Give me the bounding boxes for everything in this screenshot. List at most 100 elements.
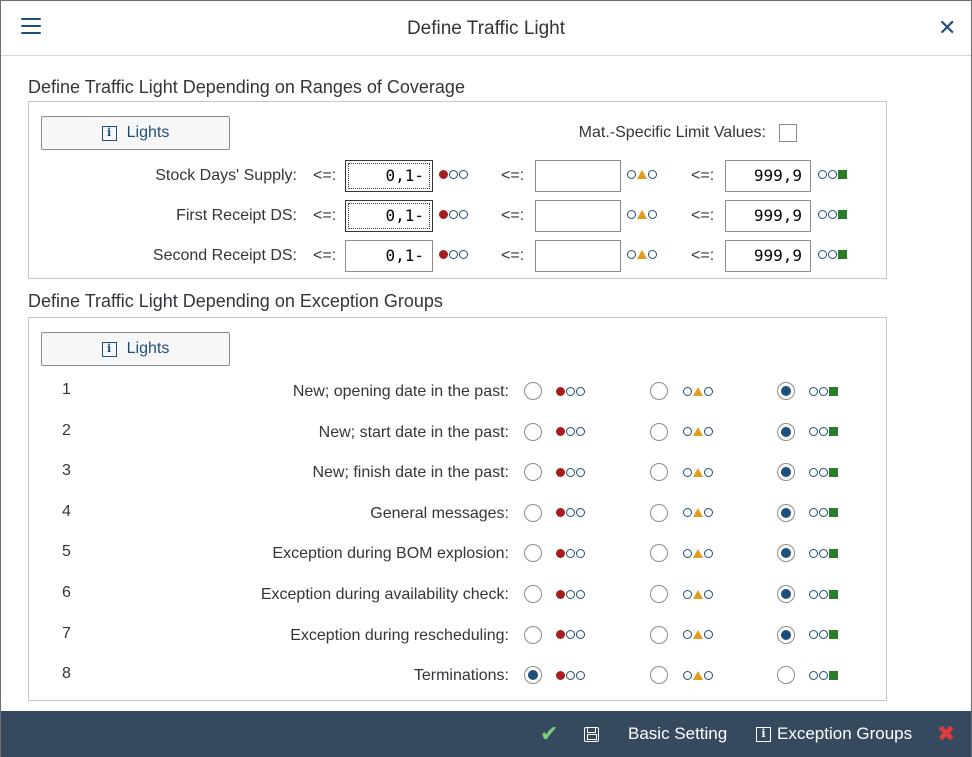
red-light-radio[interactable] xyxy=(524,625,542,644)
less-equal-operator: <=: xyxy=(501,167,525,184)
green-traffic-light-icon xyxy=(809,547,838,559)
cancel-icon: ✖ xyxy=(937,721,956,746)
green-traffic-light-icon xyxy=(809,385,838,397)
exception-row-number: 3 xyxy=(62,462,71,480)
red-traffic-light-icon xyxy=(439,248,468,260)
red-limit-input[interactable]: 0,1- xyxy=(345,200,433,232)
green-light-radio[interactable] xyxy=(777,544,795,563)
exception-groups-label: Exception Groups xyxy=(777,724,913,743)
green-light-radio[interactable] xyxy=(777,666,795,685)
red-traffic-light-icon xyxy=(556,466,585,478)
red-limit-input[interactable]: 0,1- xyxy=(345,240,433,272)
green-traffic-light-icon xyxy=(809,507,838,519)
exception-row-number: 5 xyxy=(62,543,71,561)
green-limit-input[interactable]: 999,9 xyxy=(725,160,811,192)
red-light-radio[interactable] xyxy=(524,503,542,522)
cancel-button[interactable]: ✖ xyxy=(937,711,955,757)
lights-button-label: Lights xyxy=(126,124,170,141)
yellow-light-radio[interactable] xyxy=(650,625,668,644)
red-light-radio[interactable] xyxy=(524,422,542,441)
yellow-light-radio[interactable] xyxy=(650,585,668,603)
exception-row-label: Exception during rescheduling: xyxy=(290,626,509,644)
yellow-traffic-light-icon xyxy=(627,248,657,260)
red-traffic-light-icon xyxy=(556,588,585,600)
red-traffic-light-icon xyxy=(439,168,468,180)
exception-groups-button[interactable]: i Exception Groups xyxy=(756,711,912,757)
green-traffic-light-icon xyxy=(809,669,838,681)
green-light-radio[interactable] xyxy=(777,422,795,441)
exceptions-lights-button[interactable]: i Lights xyxy=(41,332,230,366)
red-traffic-light-icon xyxy=(556,507,585,519)
exception-row-label: New; start date in the past: xyxy=(318,423,509,441)
less-equal-operator: <=: xyxy=(501,247,525,264)
yellow-traffic-light-icon xyxy=(627,168,657,180)
less-equal-operator: <=: xyxy=(691,247,715,264)
confirm-button[interactable]: ✔ xyxy=(540,711,558,757)
yellow-light-radio[interactable] xyxy=(650,422,668,441)
less-equal-operator: <=: xyxy=(501,207,525,224)
yellow-traffic-light-icon xyxy=(627,208,657,220)
yellow-limit-input[interactable] xyxy=(535,160,621,192)
yellow-traffic-light-icon xyxy=(683,385,713,397)
exception-row-number: 1 xyxy=(62,381,71,398)
red-light-radio[interactable] xyxy=(524,463,542,482)
coverage-row-label: First Receipt DS: xyxy=(176,207,297,224)
red-light-radio[interactable] xyxy=(524,382,542,400)
red-light-radio[interactable] xyxy=(524,585,542,603)
green-limit-input[interactable]: 999,9 xyxy=(725,200,811,232)
red-light-radio[interactable] xyxy=(524,544,542,563)
yellow-limit-input[interactable] xyxy=(535,200,621,232)
green-light-radio[interactable] xyxy=(777,625,795,644)
yellow-traffic-light-icon xyxy=(683,507,713,519)
green-traffic-light-icon xyxy=(809,426,838,438)
green-limit-input[interactable]: 999,9 xyxy=(725,240,811,272)
yellow-limit-input[interactable] xyxy=(535,240,621,272)
coverage-lights-button[interactable]: i Lights xyxy=(41,116,230,150)
info-icon: i xyxy=(756,726,771,742)
green-traffic-light-icon xyxy=(809,629,838,641)
yellow-traffic-light-icon xyxy=(683,426,713,438)
green-traffic-light-icon xyxy=(818,208,847,220)
mat-specific-limit-label: Mat.-Specific Limit Values: xyxy=(578,124,766,141)
yellow-traffic-light-icon xyxy=(683,466,713,478)
info-icon: i xyxy=(101,125,117,141)
yellow-light-radio[interactable] xyxy=(650,503,668,522)
exception-row-number: 4 xyxy=(62,502,71,520)
save-button[interactable] xyxy=(584,711,599,757)
save-icon xyxy=(584,726,599,742)
exception-row-label: Exception during BOM explosion: xyxy=(272,545,509,563)
exception-row-number: 6 xyxy=(62,584,71,601)
red-traffic-light-icon xyxy=(556,669,585,681)
green-traffic-light-icon xyxy=(818,248,847,260)
title-bar: Define Traffic Light ✕ xyxy=(1,1,971,56)
green-light-radio[interactable] xyxy=(777,463,795,482)
red-limit-input[interactable]: 0,1- xyxy=(345,160,433,192)
red-traffic-light-icon xyxy=(556,629,585,641)
basic-setting-button[interactable]: Basic Setting xyxy=(628,711,727,757)
dialog-window: Define Traffic Light ✕ Define Traffic Li… xyxy=(0,0,972,757)
green-light-radio[interactable] xyxy=(777,503,795,522)
yellow-traffic-light-icon xyxy=(683,629,713,641)
red-traffic-light-icon xyxy=(556,426,585,438)
yellow-light-radio[interactable] xyxy=(650,544,668,563)
green-light-radio[interactable] xyxy=(777,585,795,603)
red-light-radio[interactable] xyxy=(524,666,542,685)
mat-specific-limit-checkbox[interactable] xyxy=(779,124,797,142)
close-icon[interactable]: ✕ xyxy=(938,15,956,41)
yellow-light-radio[interactable] xyxy=(650,666,668,685)
green-traffic-light-icon xyxy=(818,168,847,180)
exception-row-label: Exception during availability check: xyxy=(260,586,509,603)
yellow-light-radio[interactable] xyxy=(650,463,668,482)
exception-row-number: 7 xyxy=(62,624,71,642)
exception-row-number: 8 xyxy=(62,665,71,683)
exception-row-label: New; finish date in the past: xyxy=(312,464,509,482)
red-traffic-light-icon xyxy=(556,547,585,559)
exceptions-section-title: Define Traffic Light Depending on Except… xyxy=(28,291,443,311)
dialog-title: Define Traffic Light xyxy=(406,18,566,39)
yellow-light-radio[interactable] xyxy=(650,382,668,400)
less-equal-operator: <=: xyxy=(313,207,337,224)
green-light-radio[interactable] xyxy=(777,382,795,400)
green-traffic-light-icon xyxy=(809,588,838,600)
coverage-group-box: i Lights Mat.-Specific Limit Values: Sto… xyxy=(28,101,887,279)
checkmark-icon: ✔ xyxy=(540,721,559,746)
